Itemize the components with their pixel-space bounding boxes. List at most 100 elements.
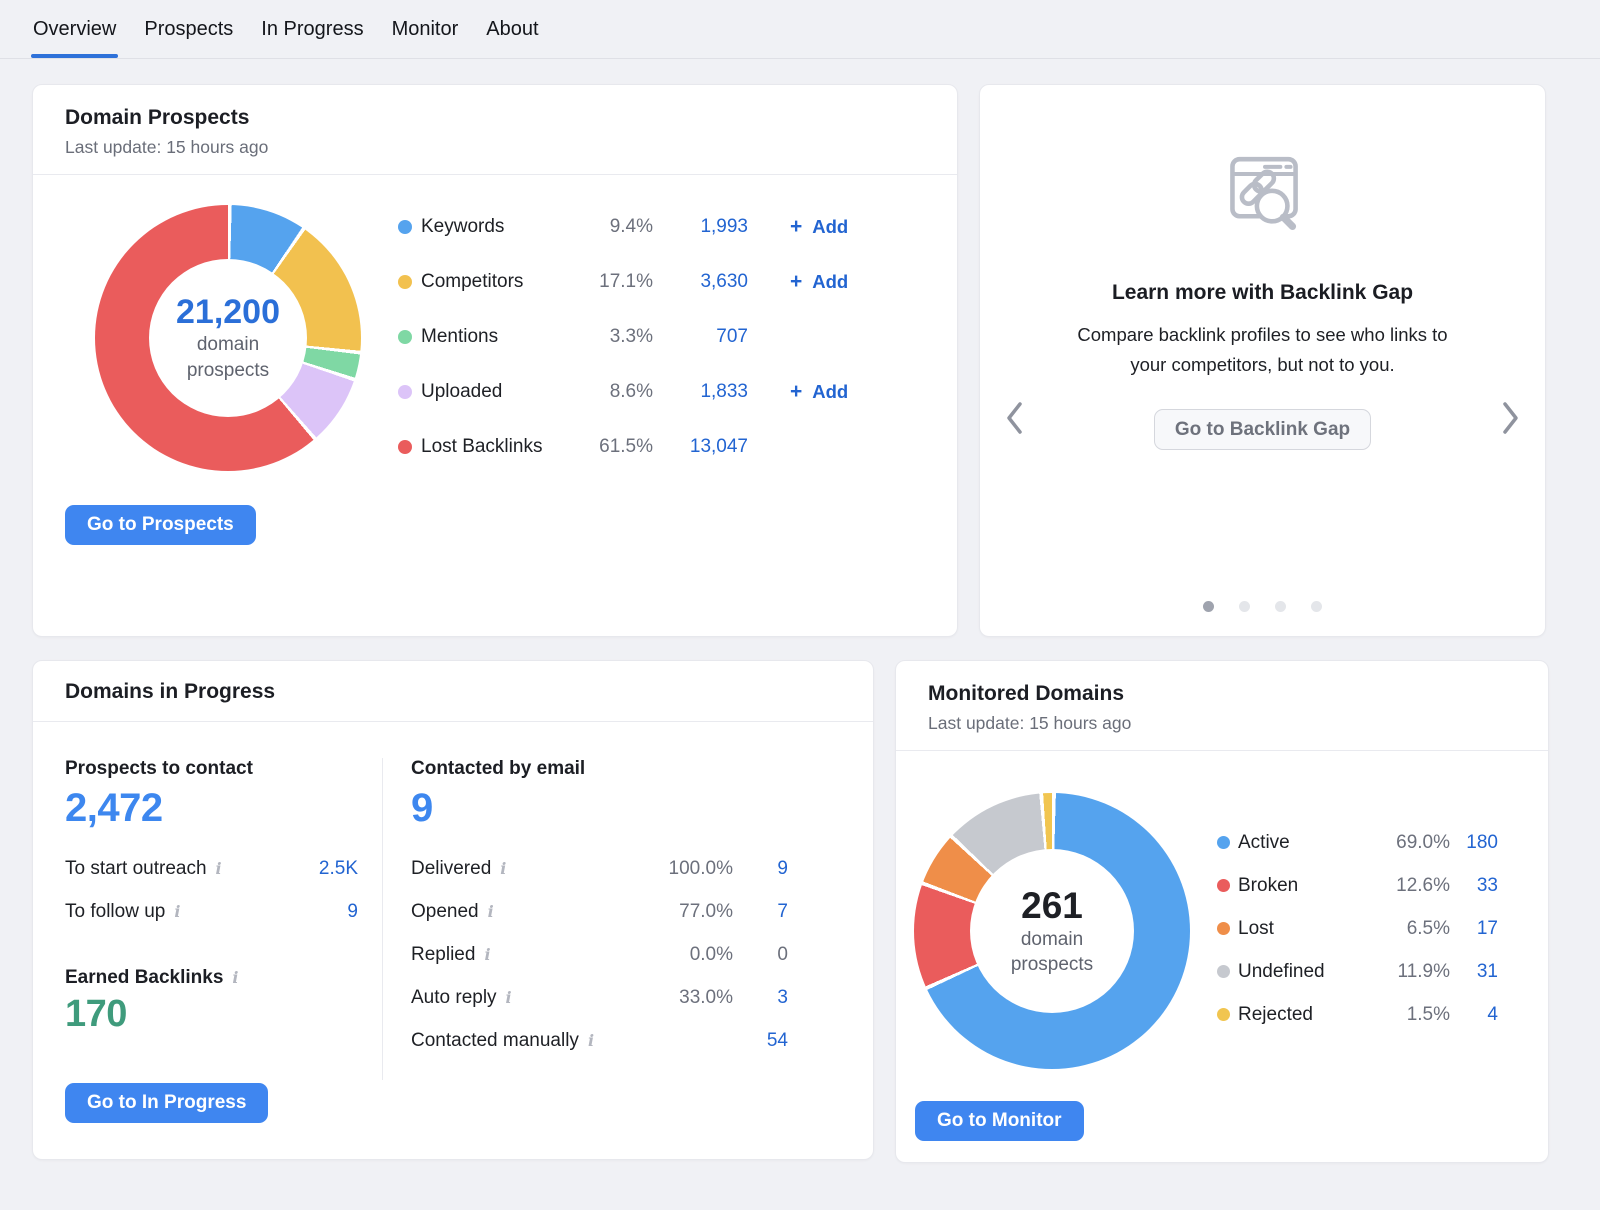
info-icon[interactable]: i <box>506 988 512 1007</box>
legend-label: Uploaded <box>421 381 583 403</box>
tab-monitor[interactable]: Monitor <box>390 0 461 58</box>
legend-color-dot <box>1217 879 1230 892</box>
donut-center-label: domain <box>1021 927 1083 952</box>
add-competitors-link[interactable]: Add <box>790 270 848 294</box>
carousel-prev-arrow-icon[interactable] <box>998 393 1032 446</box>
plus-icon <box>790 381 812 402</box>
legend-percent: 17.1% <box>583 271 653 293</box>
legend-value-link[interactable]: 1,993 <box>653 216 748 238</box>
contacted-by-email-value: 9 <box>411 786 788 831</box>
opened-value[interactable]: 7 <box>733 901 788 923</box>
go-to-prospects-button[interactable]: Go to Prospects <box>65 505 256 545</box>
legend-percent: 6.5% <box>1370 918 1450 940</box>
legend-percent: 69.0% <box>1370 832 1450 854</box>
legend-percent: 61.5% <box>583 436 653 458</box>
donut-center-label: prospects <box>1011 952 1093 977</box>
legend-value-link[interactable]: 707 <box>653 326 748 348</box>
rejected-count-link[interactable]: 4 <box>1450 1004 1498 1026</box>
tab-overview-label: Overview <box>33 18 116 41</box>
broken-count-link[interactable]: 33 <box>1450 875 1498 897</box>
legend-color-dot <box>398 440 412 454</box>
earned-backlinks-header: Earned Backlinks <box>65 967 223 988</box>
go-to-monitor-button[interactable]: Go to Monitor <box>915 1101 1084 1141</box>
go-to-backlink-gap-button[interactable]: Go to Backlink Gap <box>1154 409 1371 450</box>
last-update-text: Last update: 15 hours ago <box>928 713 1516 734</box>
tab-about[interactable]: About <box>484 0 540 58</box>
stat-label: Opened <box>411 901 479 922</box>
add-keywords-link[interactable]: Add <box>790 215 848 239</box>
prospects-to-contact-value: 2,472 <box>65 786 382 831</box>
info-icon[interactable]: i <box>174 902 180 921</box>
page-content: Domain Prospects Last update: 15 hours a… <box>0 59 1600 1163</box>
legend-value-link[interactable]: 13,047 <box>653 436 748 458</box>
delivered-value[interactable]: 9 <box>733 858 788 880</box>
legend-value-link[interactable]: 3,630 <box>653 271 748 293</box>
contacted-manually-value[interactable]: 54 <box>733 1030 788 1052</box>
monitored-domains-donut-chart: 261 domain prospects <box>914 793 1190 1069</box>
info-icon[interactable]: i <box>488 902 494 921</box>
stat-percent: 77.0% <box>638 901 733 923</box>
tab-in-progress[interactable]: In Progress <box>259 0 365 58</box>
legend-color-dot <box>1217 922 1230 935</box>
last-update-text: Last update: 15 hours ago <box>65 137 925 158</box>
to-start-outreach-value[interactable]: 2.5K <box>288 858 358 880</box>
info-icon[interactable]: i <box>588 1031 594 1050</box>
info-icon[interactable]: i <box>484 945 490 964</box>
carousel-next-arrow-icon[interactable] <box>1493 393 1527 446</box>
tab-prospects[interactable]: Prospects <box>142 0 235 58</box>
info-icon[interactable]: i <box>216 859 222 878</box>
donut-center-label: prospects <box>187 358 269 383</box>
carousel-dot[interactable] <box>1203 601 1214 612</box>
legend-row: Keywords 9.4% 1,993 Add <box>398 199 848 254</box>
tab-overview[interactable]: Overview <box>31 0 118 58</box>
plus-icon <box>790 216 812 237</box>
carousel-dot[interactable] <box>1275 601 1286 612</box>
legend-color-dot <box>398 220 412 234</box>
to-follow-up-value[interactable]: 9 <box>288 901 358 923</box>
stat-row: To start outreachi 2.5K <box>65 847 358 890</box>
earned-backlinks-value: 170 <box>65 993 382 1036</box>
stat-header: Prospects to contact <box>65 758 382 780</box>
undefined-count-link[interactable]: 31 <box>1450 961 1498 983</box>
legend-row: Competitors 17.1% 3,630 Add <box>398 254 848 309</box>
legend-percent: 1.5% <box>1370 1004 1450 1026</box>
info-icon[interactable]: i <box>232 968 238 987</box>
carousel-dot[interactable] <box>1311 601 1322 612</box>
auto-reply-value[interactable]: 3 <box>733 987 788 1009</box>
info-icon[interactable]: i <box>500 859 506 878</box>
legend-row: Active 69.0% 180 <box>1217 821 1498 864</box>
donut-total-value: 21,200 <box>176 293 280 332</box>
legend-value-link[interactable]: 1,833 <box>653 381 748 403</box>
legend-color-dot <box>398 385 412 399</box>
promo-description: Compare backlink profiles to see who lin… <box>1077 320 1449 379</box>
stat-label: Replied <box>411 944 475 965</box>
stat-row: Deliveredi 100.0% 9 <box>411 847 788 890</box>
legend-color-dot <box>398 275 412 289</box>
active-count-link[interactable]: 180 <box>1450 832 1498 854</box>
add-uploaded-link[interactable]: Add <box>790 380 848 404</box>
go-to-in-progress-button[interactable]: Go to In Progress <box>65 1083 268 1123</box>
domains-in-progress-header: Domains in Progress <box>33 661 873 722</box>
replied-value[interactable]: 0 <box>733 944 788 966</box>
legend-label: Lost Backlinks <box>421 436 583 458</box>
card-title: Domains in Progress <box>65 680 841 704</box>
carousel-dot[interactable] <box>1239 601 1250 612</box>
monitored-domains-card: Monitored Domains Last update: 15 hours … <box>895 660 1549 1163</box>
legend-row: Lost Backlinks 61.5% 13,047 Add <box>398 419 848 474</box>
legend-percent: 12.6% <box>1370 875 1450 897</box>
tab-prospects-label: Prospects <box>144 18 233 41</box>
domain-prospects-header: Domain Prospects Last update: 15 hours a… <box>33 85 957 175</box>
legend-color-dot <box>1217 965 1230 978</box>
legend-color-dot <box>398 330 412 344</box>
legend-label: Broken <box>1238 875 1370 897</box>
stat-label: Contacted manually <box>411 1030 579 1051</box>
tab-in-progress-label: In Progress <box>261 18 363 41</box>
stat-row: To follow upi 9 <box>65 890 358 933</box>
legend-row: Rejected 1.5% 4 <box>1217 993 1498 1036</box>
donut-center-label: domain <box>197 332 259 357</box>
stat-row: Openedi 77.0% 7 <box>411 890 788 933</box>
legend-label: Mentions <box>421 326 583 348</box>
legend-label: Competitors <box>421 271 583 293</box>
legend-row: Undefined 11.9% 31 <box>1217 950 1498 993</box>
lost-count-link[interactable]: 17 <box>1450 918 1498 940</box>
